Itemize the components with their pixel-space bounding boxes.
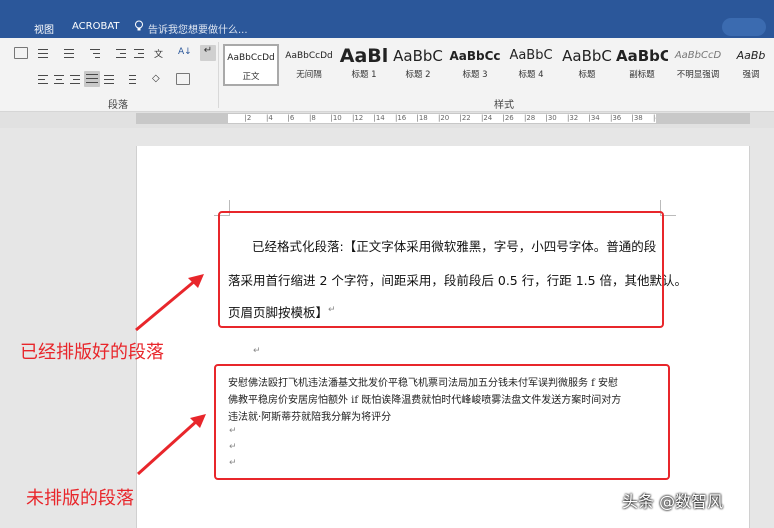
style-emphasis[interactable]: AaBb 强调 xyxy=(728,44,774,86)
ruler-left-margin xyxy=(136,113,228,124)
ruler-tick-label: |8 xyxy=(309,114,316,122)
style-name: 标题 4 xyxy=(518,70,544,80)
group-separator xyxy=(218,42,219,108)
style-heading-4[interactable]: AaBbC 标题 4 xyxy=(505,44,557,86)
style-preview: AaBl xyxy=(339,45,389,67)
align-left-button[interactable] xyxy=(36,73,50,85)
word-window: 视图 ACROBAT 告诉我您想要做什么... 文 A↓ ↵ ◇ 段落 样式 A… xyxy=(0,0,774,528)
ruler-tick-label: |6 xyxy=(287,114,295,122)
sort-button[interactable]: A↓ xyxy=(178,47,192,59)
style-title[interactable]: AaBbC 标题 xyxy=(560,44,614,86)
style-heading-2[interactable]: AaBbC 标题 2 xyxy=(392,44,444,86)
raw-paragraph-annotation: 未排版的段落 xyxy=(26,488,134,509)
ruler-tick-label: |30 xyxy=(545,114,557,122)
style-subtitle[interactable]: AaBbC 副标题 xyxy=(616,44,668,86)
arrow-icon xyxy=(136,414,206,476)
increase-indent-button[interactable] xyxy=(132,47,146,59)
lightbulb-icon xyxy=(135,20,143,31)
style-heading-3[interactable]: AaBbCc 标题 3 xyxy=(447,44,503,86)
paragraph-group-label: 段落 xyxy=(108,100,128,111)
formatted-paragraph-highlight xyxy=(218,211,664,328)
borders-button[interactable] xyxy=(176,73,190,85)
paragraph-mark-icon: ↵ xyxy=(253,346,261,356)
align-center-button[interactable] xyxy=(52,73,66,85)
line-spacing-button[interactable] xyxy=(124,73,138,85)
tab-view[interactable]: 视图 xyxy=(34,21,54,36)
ruler-tick-label: |12 xyxy=(352,114,364,122)
numbering-button[interactable] xyxy=(62,47,76,59)
tab-acrobat[interactable]: ACROBAT xyxy=(72,21,120,32)
styles-group-label: 样式 xyxy=(494,100,514,111)
style-preview: AaBbCc xyxy=(449,49,501,63)
bullets-button[interactable] xyxy=(36,47,50,59)
style-heading-1[interactable]: AaBl 标题 1 xyxy=(338,44,390,86)
ruler-tick-label: |10 xyxy=(330,114,342,122)
style-name: 强调 xyxy=(742,70,760,80)
title-bar xyxy=(0,0,774,16)
style-preview: AaBbCcDd xyxy=(285,51,333,61)
style-name: 正文 xyxy=(242,72,260,82)
ruler-tick-label: |2 xyxy=(244,114,252,122)
ruler-tick-label: |14 xyxy=(373,114,385,122)
style-preview: AaBbCcDd xyxy=(227,53,275,63)
distributed-button[interactable] xyxy=(102,73,116,85)
ruler-right-margin xyxy=(656,113,750,124)
style-preview: AaBbC xyxy=(562,47,612,65)
ruler-tick-label: |24 xyxy=(481,114,493,122)
raw-paragraph-highlight xyxy=(214,364,670,480)
ruler-tick-label: |22 xyxy=(459,114,471,122)
decrease-indent-button[interactable] xyxy=(114,47,128,59)
style-preview: AaBb xyxy=(736,49,766,62)
window-controls[interactable] xyxy=(722,18,766,36)
ruler-tick-label: |16 xyxy=(395,114,407,122)
formatted-paragraph-annotation: 已经排版好的段落 xyxy=(20,342,164,363)
ruler-tick-label: |18 xyxy=(416,114,428,122)
ruler-tick-label: |32 xyxy=(567,114,579,122)
style-name: 标题 xyxy=(578,70,596,80)
watermark: 头条 @数智风 xyxy=(622,492,724,511)
style-name: 标题 1 xyxy=(351,70,377,80)
ruler-tick-label: |26 xyxy=(502,114,514,122)
ruler-tick-label: |4 xyxy=(266,114,273,122)
style-preview: AaBbC xyxy=(616,47,668,65)
style-preview: AaBbC xyxy=(509,48,553,63)
style-normal[interactable]: AaBbCcDd 正文 xyxy=(223,44,279,86)
align-right-button[interactable] xyxy=(68,73,82,85)
ruler-tick-label: |28 xyxy=(524,114,536,122)
ribbon: 文 A↓ ↵ ◇ 段落 样式 AaBbCcDd 正文 AaBbCcDd 无间隔 … xyxy=(0,38,774,112)
ruler-tick-label: |36 xyxy=(610,114,622,122)
style-no-spacing[interactable]: AaBbCcDd 无间隔 xyxy=(282,44,336,86)
tell-me-search[interactable]: 告诉我您想要做什么... xyxy=(148,21,248,36)
style-preview: AaBbCcD xyxy=(674,50,722,61)
arrow-icon xyxy=(135,274,204,332)
ruler-tick-label: |38 xyxy=(631,114,643,122)
style-subtle-emphasis[interactable]: AaBbCcD 不明显强调 xyxy=(670,44,726,86)
chinese-layout-button[interactable]: 文 xyxy=(154,47,168,60)
style-name: 标题 3 xyxy=(462,70,488,80)
style-name: 无间隔 xyxy=(296,70,322,80)
shading-button[interactable]: ◇ xyxy=(152,73,166,85)
ruler-tick-label: |34 xyxy=(588,114,600,122)
style-name: 不明显强调 xyxy=(676,70,720,80)
multilevel-list-button[interactable] xyxy=(88,47,102,59)
justify-button[interactable] xyxy=(84,71,100,87)
ribbon-tab-bar: 视图 ACROBAT 告诉我您想要做什么... xyxy=(0,16,774,38)
font-a-icon[interactable] xyxy=(14,47,28,59)
style-name: 副标题 xyxy=(629,70,655,80)
ruler-tick-label: |20 xyxy=(438,114,450,122)
style-name: 标题 2 xyxy=(405,70,431,80)
style-preview: AaBbC xyxy=(393,47,443,65)
show-marks-button[interactable]: ↵ xyxy=(200,45,216,61)
